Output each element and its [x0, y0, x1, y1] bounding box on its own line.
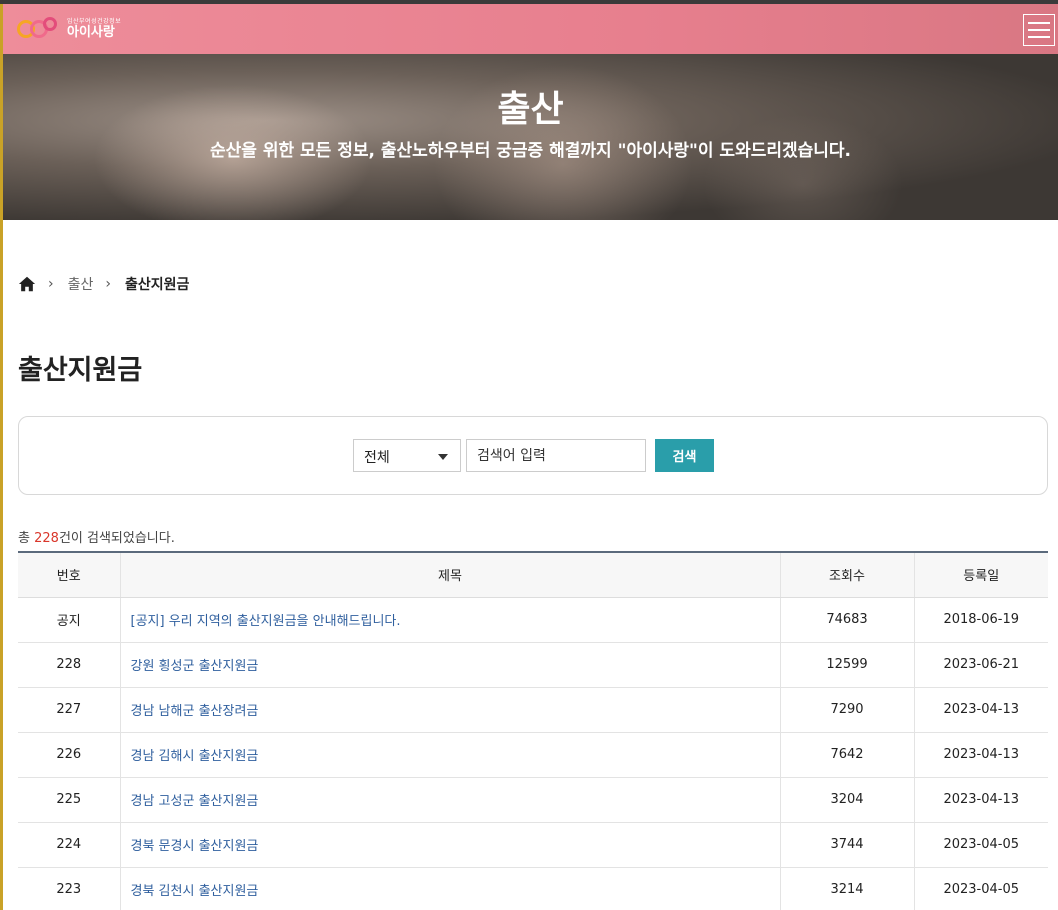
page-title: 출산지원금 [18, 355, 143, 386]
hero-subtitle: 순산을 위한 모든 정보, 출산노하우부터 궁금증 해결까지 "아이사랑"이 도… [209, 141, 852, 161]
breadcrumb: › 출산 › 출산지원금 [18, 273, 189, 295]
header-views: 조회수 [779, 551, 914, 598]
result-count: 총 228건이 검색되었습니다. [18, 527, 175, 546]
row-views: 12599 [779, 642, 914, 688]
row-date: 2023-04-13 [913, 687, 1048, 733]
result-prefix: 총 [18, 531, 30, 546]
hero-title: 출산 [497, 89, 564, 130]
header-number: 번호 [18, 551, 120, 598]
row-title-link[interactable]: 경남 고성군 출산지원금 [131, 794, 259, 809]
row-number: 227 [18, 687, 120, 733]
table-row[interactable]: 227 경남 남해군 출산장려금 7290 2023-04-13 [18, 687, 1048, 733]
row-date: 2018-06-19 [913, 597, 1048, 643]
row-number: 228 [18, 642, 120, 688]
table-row[interactable]: 공지 [공지] 우리 지역의 출산지원금을 안내해드립니다. 74683 201… [18, 597, 1048, 643]
chevron-right-icon: › [48, 276, 54, 292]
table-row[interactable]: 224 경북 문경시 출산지원금 3744 2023-04-05 [18, 822, 1048, 868]
row-title-link[interactable]: 경북 김천시 출산지원금 [131, 884, 259, 899]
row-title-link[interactable]: 경북 문경시 출산지원금 [131, 839, 259, 854]
result-number: 228 [34, 531, 59, 546]
row-views: 3204 [779, 777, 914, 823]
header-date: 등록일 [913, 551, 1048, 598]
table-row[interactable]: 226 경남 김해시 출산지원금 7642 2023-04-13 [18, 732, 1048, 778]
select-value: 전체 [364, 450, 390, 466]
table-row[interactable]: 223 경북 김천시 출산지원금 3214 2023-04-05 [18, 867, 1048, 910]
table-header-row: 번호 제목 조회수 등록일 [18, 551, 1048, 598]
site-header: 임산부여성건강정보 아이사랑 [3, 4, 1058, 54]
search-category-select[interactable]: 전체 [353, 439, 461, 472]
home-icon[interactable] [18, 275, 36, 293]
table-row[interactable]: 228 강원 횡성군 출산지원금 12599 2023-06-21 [18, 642, 1048, 688]
breadcrumb-item-current: 출산지원금 [124, 277, 190, 293]
row-views: 3214 [779, 867, 914, 910]
row-views: 3744 [779, 822, 914, 868]
row-number: 224 [18, 822, 120, 868]
hero-banner: 출산 순산을 위한 모든 정보, 출산노하우부터 궁금증 해결까지 "아이사랑"… [3, 54, 1058, 220]
hamburger-icon[interactable] [1023, 14, 1055, 46]
result-suffix: 건이 검색되었습니다. [58, 531, 175, 546]
board-table: 번호 제목 조회수 등록일 공지 [공지] 우리 지역의 출산지원금을 안내해드… [18, 551, 1048, 910]
site-logo[interactable]: 임산부여성건강정보 아이사랑 [17, 14, 121, 44]
row-number: 225 [18, 777, 120, 823]
row-date: 2023-04-05 [913, 867, 1048, 910]
row-title-link[interactable]: 경남 남해군 출산장려금 [131, 704, 259, 719]
row-title-link[interactable]: [공지] 우리 지역의 출산지원금을 안내해드립니다. [131, 614, 401, 629]
row-date: 2023-06-21 [913, 642, 1048, 688]
row-title-link[interactable]: 경남 김해시 출산지원금 [131, 749, 259, 764]
row-title-link[interactable]: 강원 횡성군 출산지원금 [131, 659, 259, 674]
caret-down-icon [438, 454, 448, 460]
table-row[interactable]: 225 경남 고성군 출산지원금 3204 2023-04-13 [18, 777, 1048, 823]
row-number: 223 [18, 867, 120, 910]
row-number: 226 [18, 732, 120, 778]
search-button[interactable]: 검색 [655, 439, 714, 472]
logo-name: 아이사랑 [67, 25, 115, 40]
search-input[interactable] [466, 439, 646, 472]
row-date: 2023-04-13 [913, 777, 1048, 823]
row-date: 2023-04-05 [913, 822, 1048, 868]
logo-rings-icon [17, 16, 65, 42]
row-date: 2023-04-13 [913, 732, 1048, 778]
row-views: 7642 [779, 732, 914, 778]
search-panel: 전체 검색 [18, 416, 1048, 495]
row-number: 공지 [18, 597, 120, 643]
chevron-right-icon: › [105, 276, 111, 292]
row-views: 7290 [779, 687, 914, 733]
breadcrumb-item-birth[interactable]: 출산 [68, 274, 94, 294]
header-title: 제목 [119, 551, 780, 598]
row-views: 74683 [779, 597, 914, 643]
